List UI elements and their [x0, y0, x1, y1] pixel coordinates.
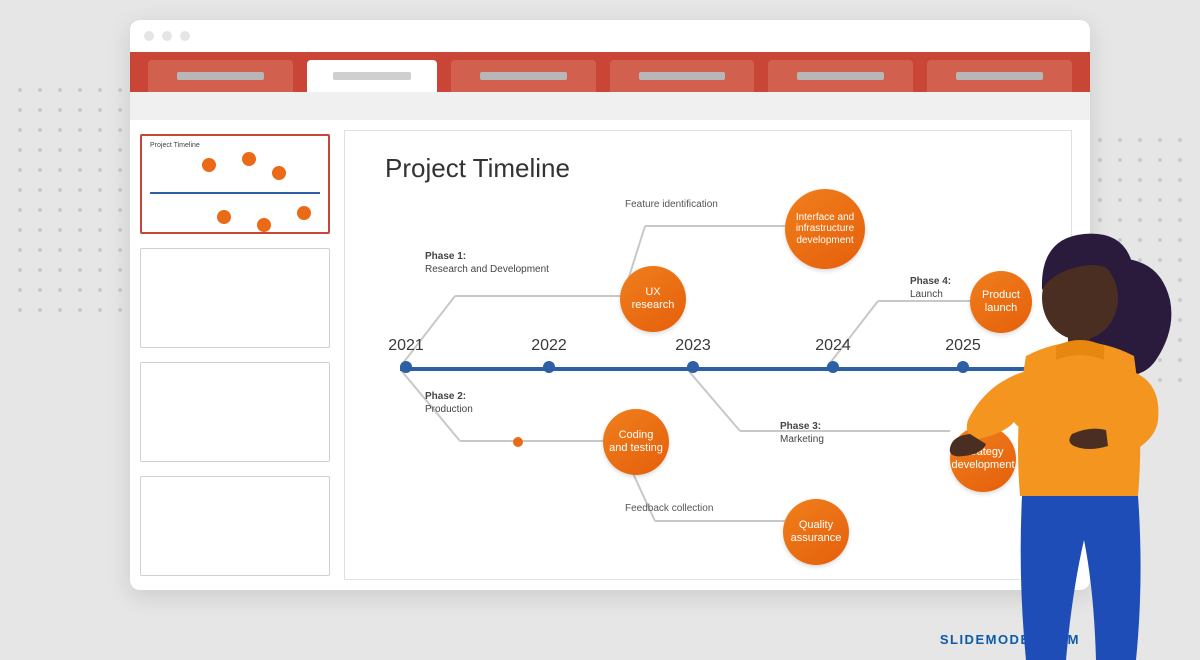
ribbon-tab[interactable]	[451, 60, 596, 92]
thumb-title: Project Timeline	[150, 142, 200, 149]
year-label: 2021	[388, 337, 424, 355]
bubble-quality-assurance[interactable]: Quality assurance	[783, 499, 849, 565]
presenter-illustration	[940, 220, 1180, 660]
slide-thumbnail-panel: Project Timeline	[130, 120, 340, 590]
window-control-min[interactable]	[162, 31, 172, 41]
bubble-interface-infra[interactable]: Interface and infrastructure development	[785, 189, 865, 269]
year-label: 2023	[675, 337, 711, 355]
ribbon-tab[interactable]	[148, 60, 293, 92]
year-tick	[543, 361, 555, 373]
phase-label: Phase 2:Production	[425, 391, 473, 416]
ribbon-toolbar	[130, 92, 1090, 120]
branch-node-icon	[513, 437, 523, 447]
ribbon-tab-active[interactable]	[307, 60, 437, 92]
slide-thumbnail[interactable]	[140, 476, 330, 576]
window-control-max[interactable]	[180, 31, 190, 41]
year-label: 2022	[531, 337, 567, 355]
ribbon-tabs	[130, 52, 1090, 92]
branch-label: Feedback collection	[625, 503, 713, 515]
ribbon-tab[interactable]	[610, 60, 755, 92]
ribbon-tab[interactable]	[768, 60, 913, 92]
slide-thumbnail[interactable]: Project Timeline	[140, 134, 330, 234]
slide-thumbnail[interactable]	[140, 362, 330, 462]
ribbon-tab[interactable]	[927, 60, 1072, 92]
phase-label: Phase 1:Research and Development	[425, 251, 549, 276]
bubble-ux-research[interactable]: UX research	[620, 266, 686, 332]
window-title-bar	[130, 20, 1090, 52]
phase-label: Phase 3:Marketing	[780, 421, 824, 446]
year-tick	[827, 361, 839, 373]
slide-thumbnail[interactable]	[140, 248, 330, 348]
branch-label: Feature identification	[625, 199, 718, 211]
year-tick	[687, 361, 699, 373]
year-tick	[400, 361, 412, 373]
year-label: 2024	[815, 337, 851, 355]
window-control-close[interactable]	[144, 31, 154, 41]
bubble-coding-testing[interactable]: Coding and testing	[603, 409, 669, 475]
